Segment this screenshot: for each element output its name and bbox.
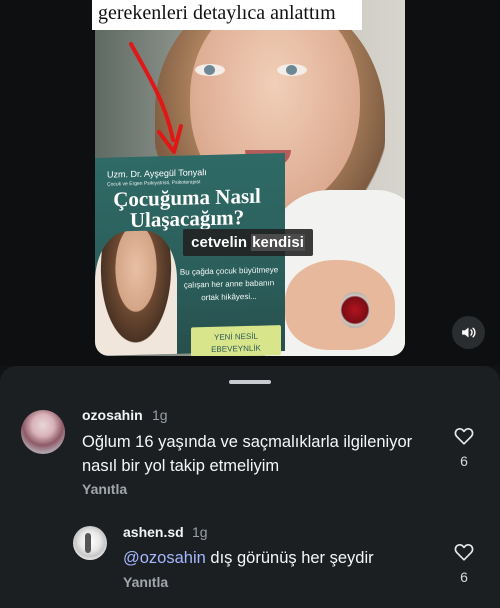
video-area: Uzm. Dr. Ayşegül Tonyalı Çocuk ve Ergen … — [0, 0, 500, 366]
like-count: 6 — [460, 453, 468, 469]
video-caption-top: gerekenleri detaylıca anlattım — [92, 0, 362, 30]
comment-time: 1g — [152, 407, 168, 423]
book-blurb: Bu çağda çocuk büyütmeye çalışan her ann… — [179, 265, 279, 303]
comment-text-rest: dış görünüş her şeydir — [205, 549, 374, 567]
book-band: YENİ NESİL EBEVEYNLİK — [191, 325, 281, 356]
comment-text: Oğlum 16 yaşında ve saçmalıklarla ilgile… — [82, 433, 413, 475]
heart-icon[interactable] — [453, 425, 475, 447]
sound-toggle-button[interactable] — [452, 316, 485, 349]
video-text-sticker: cetvelin kendisi — [183, 229, 313, 256]
speaker-icon — [462, 327, 476, 338]
comment-time: 1g — [192, 524, 208, 540]
ring-image — [340, 292, 370, 328]
reel-video[interactable]: Uzm. Dr. Ayşegül Tonyalı Çocuk ve Ergen … — [95, 0, 405, 356]
comment-username[interactable]: ashen.sd — [123, 524, 184, 540]
avatar[interactable] — [21, 410, 65, 454]
video-person-eye-right — [277, 64, 307, 76]
book-author-portrait — [95, 229, 177, 356]
comment-username[interactable]: ozosahin — [82, 407, 143, 423]
mention-link[interactable]: @ozosahin — [123, 549, 206, 567]
reply-button[interactable]: Yanıtla — [82, 481, 127, 497]
reply-button[interactable]: Yanıtla — [123, 574, 168, 590]
comments-sheet: ozosahin 1g Oğlum 16 yaşında ve saçmalık… — [0, 366, 500, 608]
comment-text: @ozosahin dış görünüş her şeydir — [123, 546, 423, 570]
book-title: Çocuğuma Nasıl Ulaşacağım? — [113, 183, 261, 233]
sticker-text: cetvelin — [191, 234, 252, 251]
red-arrow-icon — [129, 42, 183, 154]
avatar[interactable] — [73, 526, 107, 560]
book-author: Uzm. Dr. Ayşegül Tonyalı — [107, 167, 207, 180]
like-count: 6 — [460, 569, 468, 585]
sticker-highlight: kendisi — [251, 234, 305, 251]
video-person-eye-left — [195, 64, 225, 76]
heart-icon[interactable] — [453, 541, 475, 563]
sheet-drag-handle[interactable] — [229, 380, 271, 384]
